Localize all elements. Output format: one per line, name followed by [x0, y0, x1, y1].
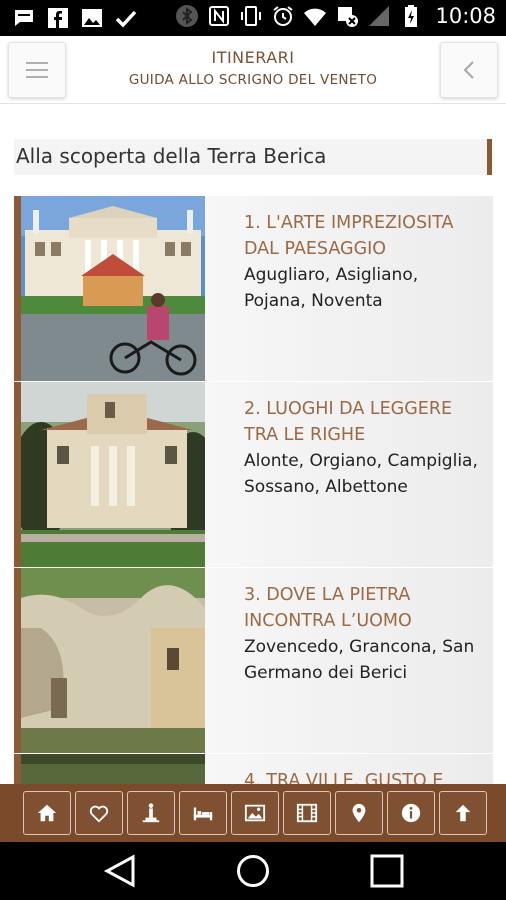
itinerary-image-rock-dwelling	[21, 568, 205, 753]
itinerary-title: 3. DOVE LA PIETRA INCONTRA L’UOMO	[244, 585, 412, 631]
itinerary-card-2[interactable]: 2. LUOGHI DA LEGGERE TRA LE RIGHE Alonte…	[14, 382, 493, 567]
battery-charging-icon	[405, 5, 418, 27]
vibrate-icon	[241, 6, 262, 26]
bottom-toolbar	[0, 784, 506, 842]
bluetooth-icon	[176, 5, 199, 27]
scroll-top-button[interactable]	[439, 791, 487, 835]
itinerary-places: Alonte, Orgiano, Campiglia, Sossano, Alb…	[244, 451, 478, 497]
wifi-icon	[304, 8, 327, 26]
page-subtitle: GUIDA ALLO SCRIGNO DEL VENETO	[128, 72, 378, 88]
itinerary-title: 2. LUOGHI DA LEGGERE TRA LE RIGHE	[244, 399, 453, 445]
alarm-icon	[273, 6, 294, 26]
menu-button[interactable]	[8, 42, 66, 98]
back-nav-icon[interactable]	[103, 854, 137, 888]
card-accent-bar	[14, 754, 21, 784]
heart-icon	[89, 805, 109, 823]
itinerary-image-villa-carousel	[21, 196, 205, 381]
card-accent-bar	[14, 568, 21, 753]
app-header: ITINERARI GUIDA ALLO SCRIGNO DEL VENETO	[0, 36, 506, 104]
film-icon	[296, 803, 318, 823]
image-icon	[82, 9, 102, 27]
home-nav-icon[interactable]	[236, 854, 270, 888]
check-icon	[115, 10, 137, 28]
info-button[interactable]	[387, 791, 435, 835]
system-nav-bar	[0, 842, 506, 900]
content-area[interactable]: Alla scoperta della Terra Berica 1. L'AR…	[0, 104, 506, 784]
recents-nav-icon[interactable]	[370, 854, 404, 888]
home-button[interactable]	[23, 791, 71, 835]
accommodation-button[interactable]	[179, 791, 227, 835]
nfc-icon	[209, 6, 230, 26]
card-accent-bar	[14, 382, 21, 567]
monument-icon	[142, 803, 160, 823]
map-button[interactable]	[335, 791, 383, 835]
itinerary-places: Agugliaro, Asigliano, Pojana, Noventa	[244, 265, 419, 311]
signal-icon	[369, 6, 390, 26]
itinerary-image-villa-garden	[21, 382, 205, 567]
clock: 10:08	[435, 4, 496, 28]
page-title: ITINERARI	[211, 48, 295, 67]
chevron-left-icon	[463, 61, 474, 79]
gallery-button[interactable]	[231, 791, 279, 835]
itinerary-card-3[interactable]: 3. DOVE LA PIETRA INCONTRA L’UOMO Zovenc…	[14, 568, 493, 753]
favorites-button[interactable]	[75, 791, 123, 835]
itinerary-title: 1. L'ARTE IMPREZIOSITA DAL PAESAGGIO	[244, 213, 454, 259]
itinerary-title: 4. TRA VILLE, GUSTO E	[244, 771, 444, 784]
header-titles: ITINERARI GUIDA ALLO SCRIGNO DEL VENETO	[80, 48, 426, 88]
hamburger-icon	[26, 62, 48, 78]
itinerary-card-1[interactable]: 1. L'ARTE IMPREZIOSITA DAL PAESAGGIO Agu…	[14, 196, 493, 381]
chat-icon	[15, 10, 33, 26]
itinerary-card-4[interactable]: 4. TRA VILLE, GUSTO E	[14, 754, 493, 784]
back-button[interactable]	[440, 42, 498, 98]
itinerary-image-vineyard	[21, 754, 205, 784]
home-icon	[37, 804, 57, 822]
info-icon	[401, 803, 421, 823]
data-off-icon	[338, 7, 359, 27]
card-accent-bar	[14, 196, 21, 381]
section-title: Alla scoperta della Terra Berica	[16, 144, 327, 168]
itinerary-places: Zovencedo, Grancona, San Germano dei Ber…	[244, 637, 475, 683]
section-header: Alla scoperta della Terra Berica	[14, 139, 492, 175]
monuments-button[interactable]	[127, 791, 175, 835]
picture-icon	[244, 804, 266, 822]
facebook-icon	[48, 8, 68, 28]
status-bar: 10:08	[0, 0, 506, 36]
video-button[interactable]	[283, 791, 331, 835]
map-pin-icon	[352, 803, 366, 823]
arrow-up-icon	[455, 804, 471, 822]
bed-icon	[193, 807, 213, 821]
